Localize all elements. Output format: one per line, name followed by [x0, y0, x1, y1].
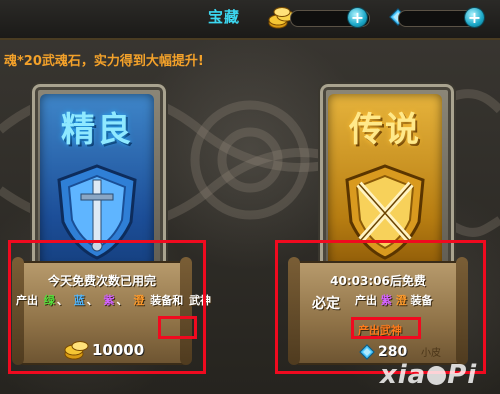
page-title: 宝藏 [208, 8, 241, 26]
highlight-box [351, 317, 421, 339]
add-gem-button[interactable]: + [465, 8, 484, 27]
watermark: xia Pi [380, 360, 478, 390]
promo-banner-text: 魂*20武魂石，实力得到大幅提升! [4, 54, 204, 69]
top-bar: 宝藏 + + [0, 0, 500, 40]
watermark-dot [427, 366, 447, 385]
highlight-box [158, 316, 197, 339]
add-gold-button[interactable]: + [348, 8, 367, 27]
card-title: 传说 [349, 110, 421, 150]
highlight-box [275, 240, 486, 374]
highlight-box [8, 240, 206, 374]
card-title: 精良 [61, 110, 133, 150]
